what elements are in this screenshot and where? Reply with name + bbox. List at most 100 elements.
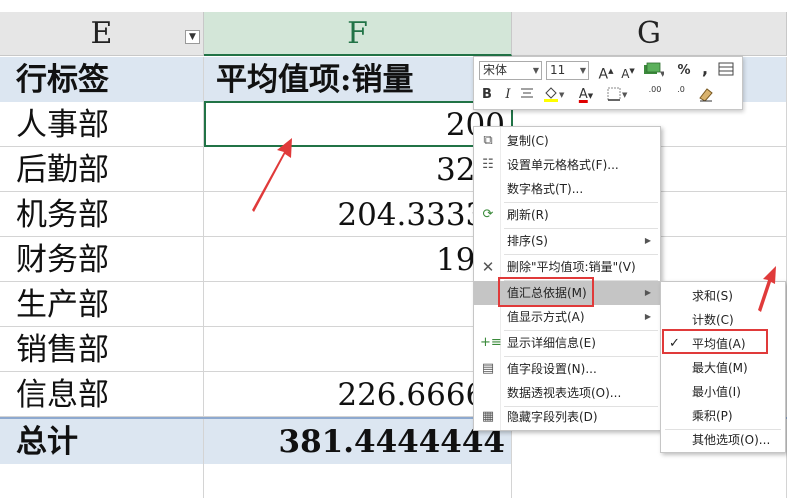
chevron-down-icon: ▼ bbox=[532, 66, 539, 75]
menu-item-label: 数字格式(T)... bbox=[507, 182, 584, 196]
comma-style-button[interactable]: , bbox=[698, 59, 712, 79]
menu-item-label: 值字段设置(N)... bbox=[507, 362, 597, 376]
menu-item-label: 排序(S) bbox=[507, 234, 548, 248]
menu-item-sort[interactable]: 排序(S) ▶ bbox=[474, 229, 660, 253]
fill-color-button[interactable]: ▼ bbox=[542, 85, 566, 105]
menu-item-label: 数据透视表选项(O)... bbox=[507, 386, 622, 400]
align-button[interactable] bbox=[518, 85, 536, 105]
font-name-value: 宋体 bbox=[483, 63, 508, 77]
mini-toolbar: 宋体 ▼ 11 ▼ A▲ A▼ ▼ % , B I ▼ A▼ ▼ .00 .0 bbox=[473, 56, 743, 110]
menu-item-refresh[interactable]: ⟳ 刷新(R) bbox=[474, 203, 660, 227]
row-label[interactable]: 人事部 bbox=[0, 102, 204, 147]
field-list-icon: ▦ bbox=[481, 409, 495, 424]
row-label[interactable]: 生产部 bbox=[0, 282, 204, 327]
field-settings-icon: ▤ bbox=[481, 361, 495, 376]
value-field-header[interactable]: 平均值项:销量 bbox=[204, 57, 512, 102]
row-label[interactable]: 销售部 bbox=[0, 327, 204, 372]
menu-item-pivot-options[interactable]: 数据透视表选项(O)... bbox=[474, 381, 660, 405]
row-label[interactable]: 信息部 bbox=[0, 372, 204, 417]
row-label[interactable]: 后勤部 bbox=[0, 147, 204, 192]
grow-font-button[interactable]: A▲ bbox=[598, 61, 614, 83]
menu-item-format-cells[interactable]: ☷ 设置单元格格式(F)... bbox=[474, 153, 660, 177]
decrease-decimal-button[interactable]: .0 bbox=[670, 85, 692, 105]
menu-item-show-details[interactable]: +≡ 显示详细信息(E) bbox=[474, 331, 660, 355]
table-row bbox=[0, 462, 787, 498]
percent-style-button[interactable]: % bbox=[675, 61, 693, 81]
font-color-button[interactable]: A▼ bbox=[574, 85, 598, 105]
accounting-format-button[interactable]: ▼ bbox=[642, 61, 666, 81]
increase-decimal-icon: .00 bbox=[648, 85, 662, 94]
submenu-item-label: 乘积(P) bbox=[692, 409, 733, 423]
borders-button[interactable]: ▼ bbox=[606, 85, 630, 105]
submenu-item-max[interactable]: 最大值(M) bbox=[661, 356, 785, 380]
empty-cell[interactable] bbox=[512, 462, 787, 498]
row-label[interactable]: 机务部 bbox=[0, 192, 204, 237]
clear-format-button[interactable] bbox=[696, 85, 716, 105]
column-header-e[interactable]: E bbox=[0, 12, 204, 56]
column-header-g[interactable]: G bbox=[512, 12, 787, 56]
empty-cell[interactable] bbox=[204, 462, 512, 498]
format-cells-icon: ☷ bbox=[482, 157, 494, 172]
chevron-right-icon: ▶ bbox=[644, 288, 651, 297]
svg-text:▼: ▼ bbox=[559, 91, 565, 99]
menu-item-hide-field-list[interactable]: ▦ 隐藏字段列表(D) bbox=[474, 405, 660, 429]
font-size-value: 11 bbox=[550, 63, 566, 77]
table-row: 财务部 198. bbox=[0, 237, 787, 282]
submenu-item-min[interactable]: 最小值(I) bbox=[661, 380, 785, 404]
grand-total-label[interactable]: 总计 bbox=[0, 419, 204, 464]
paint-bucket-icon: ▼ bbox=[544, 87, 565, 102]
menu-item-copy[interactable]: ⧉ 复制(C) bbox=[474, 129, 660, 153]
shrink-font-button[interactable]: A▼ bbox=[620, 61, 636, 81]
row-labels-header[interactable]: 行标签 bbox=[0, 57, 204, 102]
table-format-icon bbox=[718, 62, 734, 76]
menu-item-show-values-as[interactable]: 值显示方式(A) ▶ bbox=[474, 305, 660, 329]
row-value[interactable]: 204.33333 bbox=[204, 192, 512, 237]
row-value[interactable]: 198. bbox=[204, 237, 512, 282]
row-value[interactable]: 323. bbox=[204, 147, 512, 192]
increase-decimal-button[interactable]: .00 bbox=[644, 85, 666, 105]
italic-button[interactable]: I bbox=[501, 85, 515, 105]
empty-cell[interactable] bbox=[0, 462, 204, 498]
submenu-item-product[interactable]: 乘积(P) bbox=[661, 404, 785, 428]
spreadsheet-area: E F G 行标签 平均值项:销量 ▼ 人事部 200 后勤部 323. 机务部… bbox=[0, 0, 787, 498]
row-value[interactable]: 200 bbox=[204, 102, 512, 147]
menu-item-label: 隐藏字段列表(D) bbox=[507, 410, 598, 424]
row-value[interactable]: 5 bbox=[204, 327, 512, 372]
grow-font-icon: A bbox=[598, 66, 609, 83]
font-color-icon: A bbox=[578, 87, 588, 102]
submenu-item-count[interactable]: 计数(C) bbox=[661, 308, 785, 332]
menu-item-label: 复制(C) bbox=[507, 134, 549, 148]
font-size-dropdown[interactable]: 11 ▼ bbox=[546, 61, 589, 80]
menu-item-label: 值汇总依据(M) bbox=[507, 286, 587, 300]
menu-item-label: 值显示方式(A) bbox=[507, 310, 585, 324]
submenu-item-label: 其他选项(O)... bbox=[692, 433, 771, 447]
submenu-item-sum[interactable]: 求和(S) bbox=[661, 284, 785, 308]
row-value[interactable]: 6 bbox=[204, 282, 512, 327]
submenu-item-label: 求和(S) bbox=[692, 289, 733, 303]
chevron-right-icon: ▶ bbox=[644, 312, 651, 321]
row-label[interactable]: 财务部 bbox=[0, 237, 204, 282]
menu-item-value-field-settings[interactable]: ▤ 值字段设置(N)... bbox=[474, 357, 660, 381]
menu-item-label: 删除"平均值项:销量"(V) bbox=[507, 260, 636, 274]
menu-item-summarize-values-by[interactable]: 值汇总依据(M) ▶ bbox=[474, 281, 660, 305]
font-name-dropdown[interactable]: 宋体 ▼ bbox=[479, 61, 542, 80]
borders-icon: ▼ bbox=[607, 87, 628, 101]
submenu-item-average[interactable]: ✓ 平均值(A) bbox=[661, 332, 785, 356]
accounting-format-icon: ▼ bbox=[644, 62, 666, 78]
close-icon: ✕ bbox=[481, 258, 495, 276]
table-row: 机务部 204.33333 bbox=[0, 192, 787, 237]
submenu-item-more-options[interactable]: 其他选项(O)... bbox=[661, 428, 785, 452]
format-painter-table-button[interactable] bbox=[717, 61, 735, 81]
decrease-decimal-icon: .0 bbox=[677, 85, 685, 94]
bold-button[interactable]: B bbox=[480, 85, 494, 105]
menu-item-label: 刷新(R) bbox=[507, 208, 549, 222]
svg-text:▼: ▼ bbox=[660, 70, 664, 78]
filter-dropdown-icon[interactable]: ▼ bbox=[185, 30, 200, 44]
row-value[interactable]: 226.66666 bbox=[204, 372, 512, 417]
menu-item-number-format[interactable]: 数字格式(T)... bbox=[474, 177, 660, 201]
menu-item-label: 显示详细信息(E) bbox=[507, 336, 596, 350]
column-header-f[interactable]: F bbox=[204, 12, 512, 56]
eraser-icon bbox=[699, 88, 713, 102]
grand-total-value[interactable]: 381.4444444 bbox=[204, 419, 512, 464]
menu-item-remove-field[interactable]: ✕ 删除"平均值项:销量"(V) bbox=[474, 255, 660, 279]
